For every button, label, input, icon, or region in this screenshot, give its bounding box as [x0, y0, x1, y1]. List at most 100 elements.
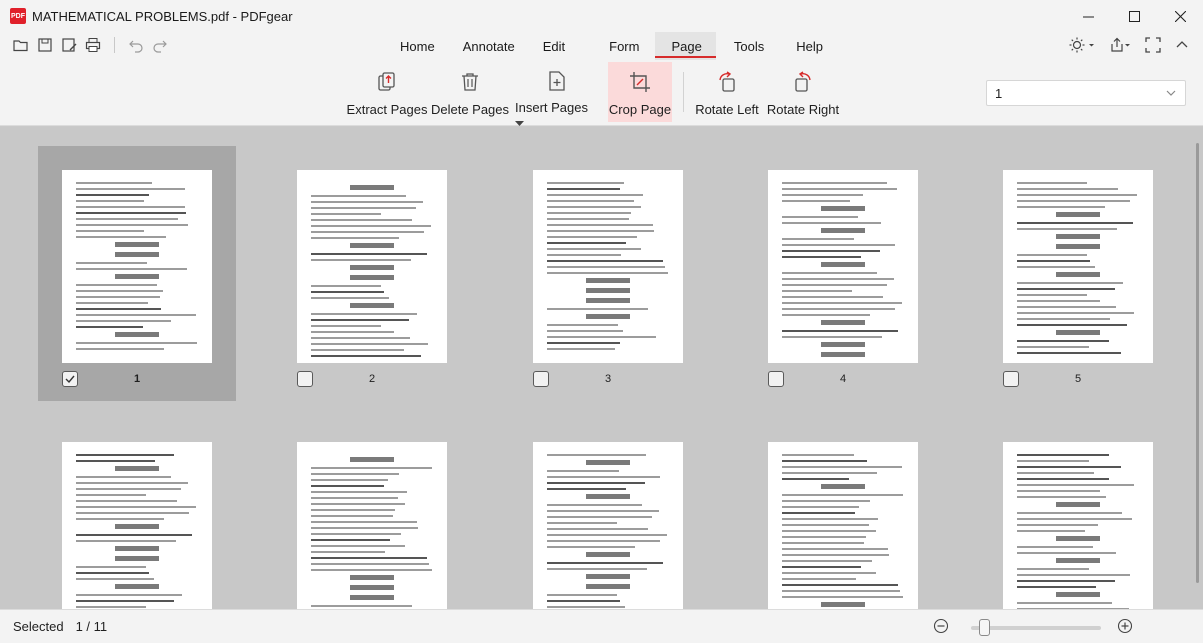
thumbnail-equation — [586, 314, 630, 319]
thumbnail-equation — [821, 206, 865, 211]
thumbnail-text-line — [547, 236, 638, 238]
selected-label: Selected — [13, 619, 64, 634]
thumbnail-text-line — [76, 578, 155, 580]
page-thumbnail-cell[interactable]: 3 — [509, 146, 707, 401]
collapse-ribbon-icon[interactable] — [1175, 36, 1189, 54]
tab-page[interactable]: Page — [655, 32, 717, 60]
thumbnail-text-line — [311, 557, 427, 559]
undo-icon[interactable] — [127, 36, 145, 54]
tab-help[interactable]: Help — [778, 32, 837, 60]
theme-sun-icon[interactable] — [1069, 36, 1095, 54]
page-thumbnail-cell[interactable]: 7 — [273, 418, 471, 609]
page-thumbnail-cell[interactable]: 1 — [38, 146, 236, 401]
zoom-in-icon[interactable] — [1117, 618, 1133, 637]
thumbnail-text-line — [311, 349, 404, 351]
page-thumbnail-cell[interactable]: 4 — [744, 146, 942, 401]
page-thumbnail-cell[interactable]: 9 — [744, 418, 942, 609]
thumbnail-text-line — [311, 605, 413, 607]
thumbnail-text-line — [1017, 352, 1121, 354]
print-icon[interactable] — [84, 36, 102, 54]
thumbnail-text-line — [76, 534, 192, 536]
open-folder-icon[interactable] — [12, 36, 30, 54]
thumbnail-text-line — [311, 313, 418, 315]
rotate-right-button[interactable]: Rotate Right — [766, 62, 840, 122]
page-thumbnail-cell[interactable]: 5 — [979, 146, 1177, 401]
zoom-slider[interactable] — [971, 618, 1101, 636]
thumbnail-text-line — [1017, 312, 1135, 314]
thumbnail-text-line — [1017, 188, 1119, 190]
thumbnail-text-line — [1017, 306, 1116, 308]
tab-home[interactable]: Home — [386, 32, 449, 60]
page-thumbnail-image[interactable] — [1003, 170, 1153, 363]
thumbnail-text-line — [547, 336, 656, 338]
rotate-left-button[interactable]: Rotate Left — [693, 62, 761, 122]
fullscreen-icon[interactable] — [1145, 36, 1161, 54]
page-thumbnail-image[interactable] — [768, 170, 918, 363]
thumbnail-text-line — [782, 284, 887, 286]
thumbnail-text-line — [547, 516, 652, 518]
page-thumbnail-cell[interactable]: 2 — [273, 146, 471, 401]
zoom-slider-handle[interactable] — [979, 618, 990, 636]
page-number-value: 1 — [995, 85, 1003, 101]
save-icon[interactable] — [36, 36, 54, 54]
thumbnail-equation — [586, 278, 630, 283]
insert-pages-button[interactable]: Insert Pages — [515, 62, 599, 127]
page-thumbnail-image[interactable] — [533, 442, 683, 609]
thumbnail-text-line — [311, 225, 431, 227]
delete-pages-button[interactable]: Delete Pages — [430, 62, 510, 122]
tab-annotate[interactable]: Annotate — [449, 32, 529, 60]
page-thumbnail-image[interactable] — [62, 170, 212, 363]
zoom-out-icon[interactable] — [933, 618, 949, 637]
page-thumbnail-cell[interactable]: 6 — [38, 418, 236, 609]
thumbnail-text-line — [547, 230, 655, 232]
crop-page-button[interactable]: Crop Page — [608, 62, 672, 122]
thumbnail-text-line — [76, 460, 156, 462]
page-thumbnail-image[interactable] — [533, 170, 683, 363]
thumbnail-text-line — [1017, 478, 1109, 480]
close-icon[interactable] — [1157, 0, 1203, 32]
thumbnail-equation — [350, 243, 394, 248]
thumbnail-text-line — [1017, 460, 1089, 462]
thumbnail-text-line — [1017, 524, 1098, 526]
thumbnail-text-line — [76, 182, 152, 184]
save-as-icon[interactable] — [60, 36, 78, 54]
tab-tools[interactable]: Tools — [716, 32, 778, 60]
share-icon[interactable] — [1109, 36, 1131, 54]
thumbnail-equation — [821, 342, 865, 347]
menu-bar: Home Annotate Edit Form Page Tools Help — [0, 32, 1203, 60]
extract-pages-button[interactable]: Extract Pages — [346, 62, 428, 122]
thumbnail-text-line — [547, 254, 622, 256]
minimize-icon[interactable] — [1065, 0, 1111, 32]
page-thumbnail-image[interactable] — [297, 170, 447, 363]
page-thumbnail-cell[interactable]: 10 — [979, 418, 1177, 609]
page-thumbnail-cell[interactable]: 8 — [509, 418, 707, 609]
thumbnail-text-line — [1017, 200, 1131, 202]
thumbnail-text-line — [782, 472, 878, 474]
thumbnail-text-line — [782, 222, 881, 224]
tab-form[interactable]: Form — [579, 32, 655, 60]
page-thumbnail-image[interactable] — [1003, 442, 1153, 609]
page-thumbnail-image[interactable] — [297, 442, 447, 609]
thumbnail-text-line — [311, 297, 390, 299]
thumbnail-text-line — [782, 460, 868, 462]
vertical-scrollbar[interactable] — [1196, 143, 1199, 583]
page-thumbnail-image[interactable] — [768, 442, 918, 609]
thumbnail-text-line — [1017, 546, 1093, 548]
page-number-select[interactable]: 1 — [986, 80, 1186, 106]
tab-edit[interactable]: Edit — [529, 32, 579, 60]
thumbnail-text-line — [76, 506, 196, 508]
thumbnail-equation — [586, 494, 630, 499]
thumbnail-text-line — [76, 212, 186, 214]
thumbnail-text-line — [1017, 318, 1110, 320]
thumbnail-text-line — [782, 560, 873, 562]
page-thumbnail-image[interactable] — [62, 442, 212, 609]
thumbnail-text-line — [311, 285, 381, 287]
thumbnail-equation — [115, 332, 159, 337]
thumbnail-text-line — [782, 566, 862, 568]
thumbnail-text-line — [311, 237, 399, 239]
thumbnail-text-line — [311, 473, 399, 475]
redo-icon[interactable] — [151, 36, 169, 54]
thumbnail-equation — [1056, 502, 1100, 507]
thumbnail-text-line — [1017, 260, 1091, 262]
maximize-icon[interactable] — [1111, 0, 1157, 32]
